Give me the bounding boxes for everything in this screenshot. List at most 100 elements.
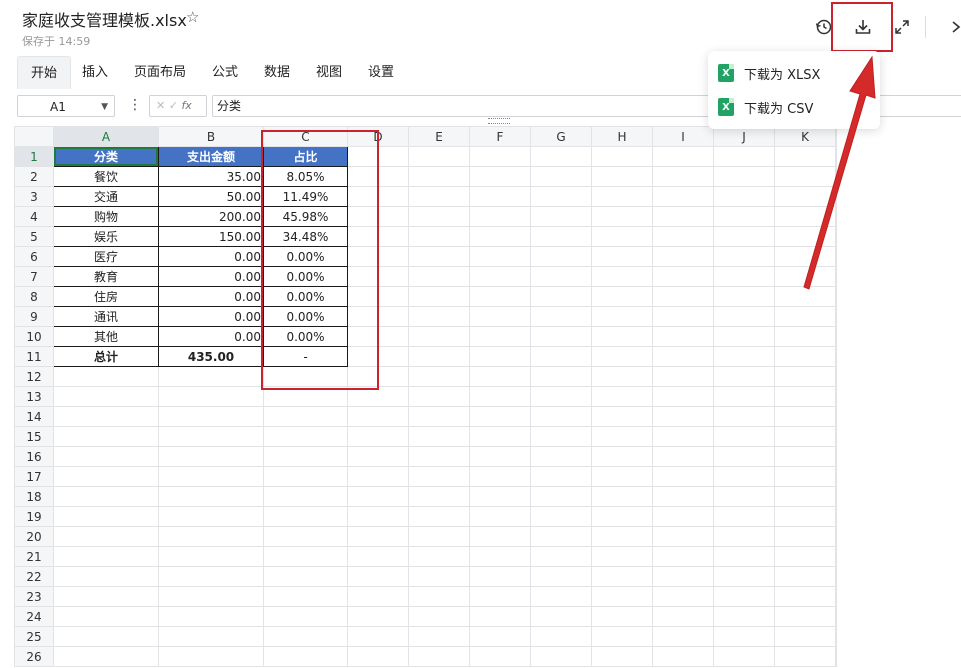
cell[interactable]: [591, 246, 653, 267]
cell[interactable]: [347, 406, 409, 427]
cell[interactable]: [347, 626, 409, 647]
tab-formulas[interactable]: 公式: [212, 56, 238, 88]
data-cell[interactable]: 0.00%: [263, 266, 348, 287]
cell[interactable]: [591, 446, 653, 467]
cell[interactable]: [835, 566, 837, 587]
row-header[interactable]: 4: [14, 206, 54, 227]
cell[interactable]: [53, 366, 159, 387]
cell[interactable]: [652, 426, 714, 447]
row-header[interactable]: 10: [14, 326, 54, 347]
cell[interactable]: [53, 526, 159, 547]
cell[interactable]: [652, 526, 714, 547]
cell[interactable]: [158, 566, 264, 587]
cell[interactable]: [652, 346, 714, 367]
cell[interactable]: [713, 366, 775, 387]
cell[interactable]: [774, 586, 836, 607]
row-header[interactable]: 6: [14, 246, 54, 267]
cell[interactable]: [713, 386, 775, 407]
name-box[interactable]: A1 ▼: [17, 95, 115, 117]
cell[interactable]: [158, 426, 264, 447]
row-header[interactable]: 25: [14, 626, 54, 647]
cell[interactable]: [591, 506, 653, 527]
cell[interactable]: [835, 546, 837, 567]
cell[interactable]: [835, 226, 837, 247]
cell[interactable]: [158, 626, 264, 647]
cell[interactable]: [530, 226, 592, 247]
tab-view[interactable]: 视图: [316, 56, 342, 88]
cell[interactable]: [347, 526, 409, 547]
cell[interactable]: [408, 466, 470, 487]
cell[interactable]: [530, 326, 592, 347]
cell[interactable]: [713, 606, 775, 627]
cell[interactable]: [835, 586, 837, 607]
cell[interactable]: [408, 426, 470, 447]
row-header[interactable]: 2: [14, 166, 54, 187]
cell[interactable]: [158, 586, 264, 607]
cell[interactable]: [469, 586, 531, 607]
data-cell[interactable]: 0.00: [158, 246, 264, 267]
total-cell[interactable]: -: [263, 346, 348, 367]
header-cell[interactable]: 支出金额: [158, 146, 264, 167]
cell[interactable]: [158, 486, 264, 507]
cell[interactable]: [652, 386, 714, 407]
cell[interactable]: [591, 306, 653, 327]
cell[interactable]: [591, 226, 653, 247]
cell[interactable]: [835, 646, 837, 667]
row-header[interactable]: 11: [14, 346, 54, 367]
row-header[interactable]: 18: [14, 486, 54, 507]
data-cell[interactable]: 0.00%: [263, 246, 348, 267]
data-cell[interactable]: 0.00%: [263, 306, 348, 327]
cell[interactable]: [408, 566, 470, 587]
cell[interactable]: [591, 366, 653, 387]
cell[interactable]: [835, 166, 837, 187]
cell[interactable]: [263, 406, 348, 427]
cell[interactable]: [263, 586, 348, 607]
cell[interactable]: [408, 266, 470, 287]
cell[interactable]: [469, 206, 531, 227]
cell[interactable]: [408, 206, 470, 227]
cell[interactable]: [713, 446, 775, 467]
row-header[interactable]: 14: [14, 406, 54, 427]
cell[interactable]: [469, 526, 531, 547]
row-header[interactable]: 17: [14, 466, 54, 487]
cell[interactable]: [774, 506, 836, 527]
cell[interactable]: [530, 466, 592, 487]
cell[interactable]: [835, 386, 837, 407]
cell[interactable]: [347, 506, 409, 527]
cell[interactable]: [835, 506, 837, 527]
cell[interactable]: [591, 266, 653, 287]
cell[interactable]: [835, 466, 837, 487]
cell[interactable]: [652, 486, 714, 507]
column-header-e[interactable]: E: [408, 126, 470, 147]
cell[interactable]: [158, 546, 264, 567]
cell[interactable]: [591, 286, 653, 307]
cell[interactable]: [158, 466, 264, 487]
column-header-k[interactable]: K: [774, 126, 836, 147]
cell[interactable]: [408, 386, 470, 407]
cell[interactable]: [530, 586, 592, 607]
cell[interactable]: [835, 186, 837, 207]
cell[interactable]: [263, 646, 348, 667]
cell[interactable]: [53, 566, 159, 587]
cell[interactable]: [835, 626, 837, 647]
data-cell[interactable]: 教育: [53, 266, 159, 287]
data-cell[interactable]: 8.05%: [263, 166, 348, 187]
cell[interactable]: [774, 306, 836, 327]
cell[interactable]: [774, 426, 836, 447]
cell[interactable]: [530, 286, 592, 307]
data-cell[interactable]: 娱乐: [53, 226, 159, 247]
row-header[interactable]: 21: [14, 546, 54, 567]
tab-page-layout[interactable]: 页面布局: [134, 56, 186, 88]
cell[interactable]: [652, 586, 714, 607]
cell[interactable]: [713, 206, 775, 227]
cell[interactable]: [530, 246, 592, 267]
data-cell[interactable]: 50.00: [158, 186, 264, 207]
cell[interactable]: [469, 146, 531, 167]
cell[interactable]: [774, 346, 836, 367]
data-cell[interactable]: 34.48%: [263, 226, 348, 247]
cell[interactable]: [530, 166, 592, 187]
cell[interactable]: [263, 506, 348, 527]
data-cell[interactable]: 150.00: [158, 226, 264, 247]
column-header-i[interactable]: I: [652, 126, 714, 147]
cell[interactable]: [774, 266, 836, 287]
